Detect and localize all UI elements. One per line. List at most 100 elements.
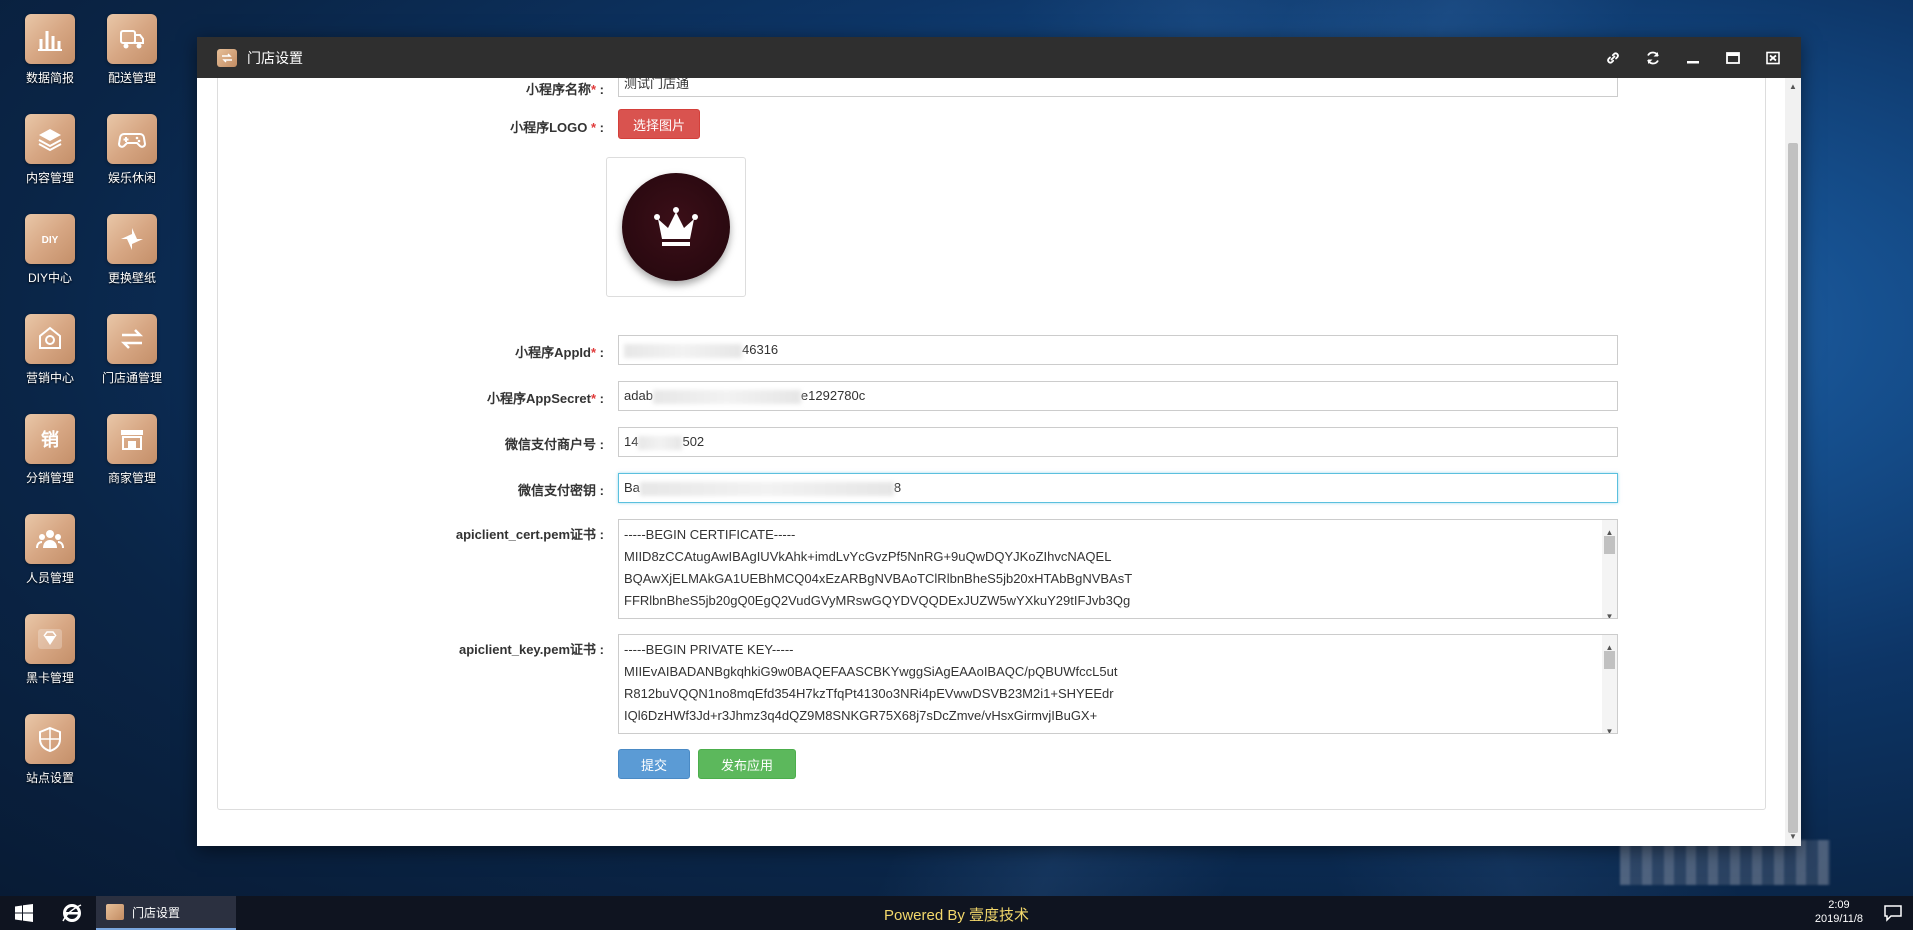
app-id-label: 小程序AppId* :	[515, 345, 604, 360]
taskbar-app-store-settings[interactable]: 门店设置	[96, 896, 236, 930]
app-id-input[interactable]: 46316	[618, 335, 1618, 365]
taskbar-app-label: 门店设置	[132, 905, 181, 920]
desktop-icon-tag[interactable]: 营销中心	[10, 314, 90, 386]
diamond-card-icon	[25, 614, 75, 664]
window-content: 小程序名称* : 测试门店通 小程序LOGO * : 选择图片 小程序AppId…	[197, 78, 1785, 846]
system-clock[interactable]: 2:09 2019/11/8	[1815, 898, 1863, 926]
desktop-icon-label: 黑卡管理	[25, 671, 74, 685]
pixelated-overlay	[1620, 840, 1830, 885]
clock-time: 2:09	[1828, 899, 1850, 911]
crown-icon	[654, 207, 698, 246]
cert-pem-textarea[interactable]: -----BEGIN CERTIFICATE----- MIID8zCCAtug…	[618, 519, 1618, 619]
cert-line: MIID8zCCAtugAwIBAgIUVkAhk+imdLvYcGvzPf5N…	[624, 549, 1112, 564]
svg-text:DIY: DIY	[42, 235, 59, 246]
app-name-label: 小程序名称* :	[525, 82, 604, 97]
key-pem-label: apiclient_key.pem证书 :	[459, 642, 604, 657]
app-secret-suffix: e1292780c	[800, 388, 866, 403]
key-line: -----BEGIN PRIVATE KEY-----	[624, 642, 794, 657]
gamepad-icon	[107, 114, 157, 164]
choose-image-button[interactable]: 选择图片	[618, 109, 700, 139]
desktop-icon-pinwheel[interactable]: 更换壁纸	[92, 214, 172, 286]
desktop-icon-label: 娱乐休闲	[107, 171, 156, 185]
pay-key-prefix: Ba	[624, 480, 640, 495]
desktop-icon-label: 门店通管理	[101, 371, 162, 385]
scroll-up-arrow[interactable]: ▲	[1788, 82, 1798, 92]
merchant-id-input[interactable]: 14 502	[618, 427, 1618, 457]
storefront-icon	[107, 414, 157, 464]
textarea-scrollbar[interactable]: ▲ ▼	[1602, 520, 1617, 618]
key-pem-textarea[interactable]: -----BEGIN PRIVATE KEY----- MIIEvAIBADAN…	[618, 634, 1618, 734]
desktop-icon-label: DIY中心	[27, 271, 72, 285]
crown-logo-image	[622, 173, 730, 281]
cert-line: FFRlbnBheS5jb20gQ0EgQ2VudGVyMRswGQYDVQQD…	[624, 593, 1131, 608]
layers-icon	[25, 114, 75, 164]
taskbar: 门店设置 Powered By 壹度技术 2:09 2019/11/8	[0, 896, 1913, 930]
users-icon	[25, 514, 75, 564]
pay-key-suffix: 8	[893, 480, 902, 495]
desktop-icon-label: 商家管理	[107, 471, 156, 485]
cert-line: -----BEGIN CERTIFICATE-----	[624, 527, 796, 542]
desktop-icon-swap-arrows[interactable]: 门店通管理	[92, 314, 172, 386]
desktop-icon-label: 内容管理	[25, 171, 74, 185]
link-icon[interactable]	[1593, 37, 1633, 78]
clock-date: 2019/11/8	[1814, 913, 1863, 925]
desktop-icon-label: 营销中心	[25, 371, 74, 385]
desktop-icon-users[interactable]: 人员管理	[10, 514, 90, 586]
app-id-suffix: 46316	[742, 342, 779, 357]
desktop-icon-bar-chart[interactable]: 数据简报	[10, 14, 90, 86]
diy-icon: DIY	[25, 214, 75, 264]
windows-start-icon[interactable]	[0, 896, 48, 930]
refresh-icon[interactable]	[1633, 37, 1673, 78]
textarea-scrollbar[interactable]: ▲ ▼	[1602, 635, 1617, 733]
desktop-icon-delivery-truck[interactable]: 配送管理	[92, 14, 172, 86]
desktop-icon-label: 配送管理	[107, 71, 156, 85]
key-line: MIIEvAIBADANBgkqhkiG9w0BAQEFAASCBKYwggSi…	[624, 664, 1118, 679]
delivery-truck-icon	[107, 14, 157, 64]
redacted-blur	[652, 389, 801, 404]
desktop-icon-layers[interactable]: 内容管理	[10, 114, 90, 186]
app-name-input[interactable]: 测试门店通	[618, 78, 1618, 97]
redacted-blur	[638, 435, 683, 450]
powered-by-text: Powered By 壹度技术	[883, 907, 1030, 924]
close-icon[interactable]	[1753, 37, 1793, 78]
window-scrollbar[interactable]: ▲ ▼	[1785, 78, 1801, 846]
app-icon	[106, 904, 124, 920]
pay-key-input[interactable]: Ba 8	[618, 473, 1618, 503]
publish-app-button[interactable]: 发布应用	[698, 749, 796, 779]
desktop-icon-gamepad[interactable]: 娱乐休闲	[92, 114, 172, 186]
window-title: 门店设置	[247, 49, 303, 66]
desktop-icon-diamond-card[interactable]: 黑卡管理	[10, 614, 90, 686]
bar-chart-icon	[25, 14, 75, 64]
scroll-down-arrow[interactable]: ▼	[1788, 832, 1798, 842]
sale-icon: 销	[25, 414, 75, 464]
cert-pem-label: apiclient_cert.pem证书 :	[455, 527, 604, 542]
logo-preview	[606, 157, 746, 297]
desktop-icon-storefront[interactable]: 商家管理	[92, 414, 172, 486]
minimize-icon[interactable]	[1673, 37, 1713, 78]
app-logo-label: 小程序LOGO * :	[510, 120, 604, 135]
key-line: R812buVQQN1no8mqEfd354H7kzTfqPt4130o3NRi…	[624, 686, 1114, 701]
notification-icon[interactable]	[1883, 904, 1903, 922]
swap-arrows-icon	[107, 314, 157, 364]
shield-icon	[25, 714, 75, 764]
maximize-icon[interactable]	[1713, 37, 1753, 78]
submit-button[interactable]: 提交	[618, 749, 690, 779]
cert-line: BQAwXjELMAkGA1UEBhMCQ04xEzARBgNVBAoTClRl…	[624, 571, 1133, 586]
merchant-id-prefix: 14	[624, 434, 639, 449]
window-titlebar[interactable]: 门店设置	[197, 37, 1801, 78]
merchant-id-suffix: 502	[682, 434, 705, 449]
settings-form: 小程序名称* : 测试门店通 小程序LOGO * : 选择图片 小程序AppId…	[217, 78, 1766, 810]
internet-explorer-icon[interactable]	[48, 896, 96, 930]
desktop-icon-sale[interactable]: 销分销管理	[10, 414, 90, 486]
desktop-icon-label: 更换壁纸	[107, 271, 156, 285]
desktop-icon-diy[interactable]: DIY DIY中心	[10, 214, 90, 286]
merchant-id-label: 微信支付商户号 :	[505, 437, 604, 452]
scrollbar-thumb[interactable]	[1788, 143, 1798, 833]
store-settings-window: 门店设置 小程序名称* : 测试门店通 小程序LOGO *: 选择图片 小程序…	[197, 37, 1801, 846]
pinwheel-icon	[107, 214, 157, 264]
pay-key-label: 微信支付密钥 :	[518, 483, 604, 498]
app-secret-prefix: adab	[624, 388, 653, 403]
desktop-icon-label: 人员管理	[25, 571, 74, 585]
app-secret-input[interactable]: adab e1292780c	[618, 381, 1618, 411]
desktop-icon-shield[interactable]: 站点设置	[10, 714, 90, 786]
